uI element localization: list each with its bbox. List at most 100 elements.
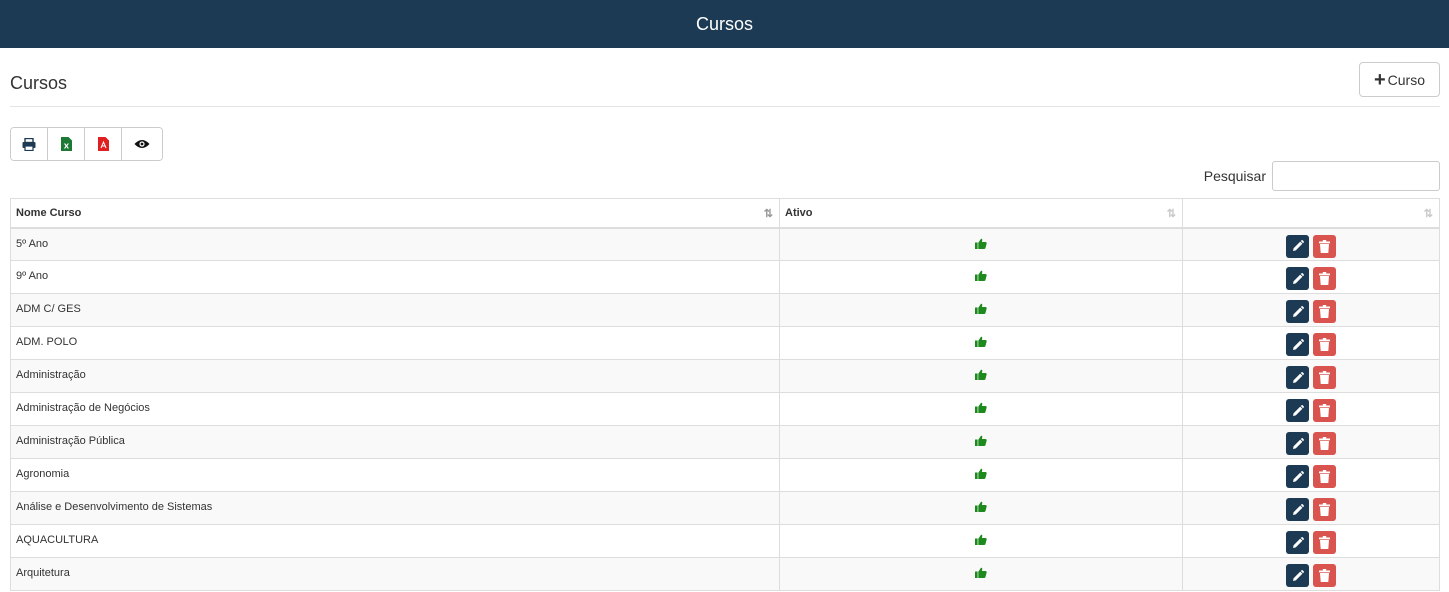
active-cell (779, 458, 1183, 492)
edit-button[interactable] (1286, 267, 1309, 290)
eye-icon (134, 140, 150, 148)
pencil-icon (1292, 437, 1304, 449)
course-name-cell: Administração Pública (10, 425, 780, 459)
delete-button[interactable] (1313, 531, 1336, 554)
delete-button[interactable] (1313, 564, 1336, 587)
delete-button[interactable] (1313, 333, 1336, 356)
actions-cell (1182, 491, 1440, 525)
actions-cell (1182, 557, 1440, 591)
active-cell (779, 557, 1183, 591)
table-header-row: Nome Curso ⇅ Ativo ⇅ ⇅ (10, 198, 1440, 229)
edit-button[interactable] (1286, 300, 1309, 323)
course-name-cell: 5º Ano (10, 227, 780, 261)
pencil-icon (1292, 338, 1304, 350)
course-name-cell: ADM C/ GES (10, 293, 780, 327)
course-name: ADM. POLO (16, 336, 78, 348)
active-cell (779, 227, 1183, 261)
trash-icon (1319, 239, 1330, 253)
column-header-ativo[interactable]: Ativo ⇅ (779, 198, 1183, 229)
edit-button[interactable] (1286, 564, 1309, 587)
thumbs-up-icon (975, 336, 987, 347)
course-name: Administração de Negócios (16, 402, 150, 414)
courses-table: Nome Curso ⇅ Ativo ⇅ ⇅ 5º Ano 9º Ano ADM… (10, 198, 1440, 591)
trash-icon (1319, 272, 1330, 285)
active-cell (779, 260, 1183, 294)
edit-button[interactable] (1286, 465, 1309, 488)
thumbs-up-icon (975, 534, 987, 545)
sort-icon: ⇅ (1423, 208, 1433, 220)
actions-cell (1182, 293, 1440, 327)
active-cell (779, 326, 1183, 360)
edit-button[interactable] (1286, 333, 1309, 356)
table-row: Administração de Negócios (10, 392, 1440, 426)
pencil-icon (1292, 404, 1304, 416)
page-title: Cursos (10, 73, 68, 93)
table-row: ADM C/ GES (10, 293, 1440, 327)
svg-text:X: X (63, 143, 69, 151)
edit-button[interactable] (1286, 432, 1309, 455)
course-name-cell: Administração de Negócios (10, 392, 780, 426)
add-course-button[interactable]: + Curso (1359, 62, 1440, 97)
excel-icon: X (60, 137, 72, 151)
course-name-cell: AQUACULTURA (10, 524, 780, 558)
delete-button[interactable] (1313, 399, 1336, 422)
delete-button[interactable] (1313, 465, 1336, 488)
delete-button[interactable] (1313, 432, 1336, 455)
pencil-icon (1292, 569, 1304, 581)
pencil-icon (1292, 305, 1304, 317)
thumbs-up-icon (975, 369, 987, 380)
thumbs-up-icon (975, 468, 987, 479)
sort-asc-icon: ⇅ (763, 208, 773, 220)
trash-icon (1319, 338, 1330, 351)
edit-button[interactable] (1286, 399, 1309, 422)
search-area: Pesquisar (1204, 161, 1440, 191)
course-name: 9º Ano (16, 270, 49, 282)
edit-button[interactable] (1286, 531, 1309, 554)
delete-button[interactable] (1313, 300, 1336, 323)
table-row: 5º Ano (10, 227, 1440, 261)
delete-button[interactable] (1313, 366, 1336, 389)
plus-icon: + (1373, 68, 1386, 91)
column-visibility-button[interactable] (122, 128, 162, 160)
active-cell (779, 359, 1183, 393)
trash-icon (1319, 371, 1330, 384)
course-name: Análise e Desenvolvimento de Sistemas (16, 501, 213, 513)
search-input[interactable] (1272, 161, 1440, 191)
table-row: Agronomia (10, 458, 1440, 492)
active-cell (779, 524, 1183, 558)
export-toolbar: X (10, 127, 163, 161)
pdf-export-button[interactable] (85, 128, 122, 160)
actions-cell (1182, 260, 1440, 294)
edit-button[interactable] (1286, 234, 1309, 258)
actions-cell (1182, 359, 1440, 393)
pencil-icon (1292, 272, 1304, 284)
trash-icon (1319, 536, 1330, 549)
edit-button[interactable] (1286, 366, 1309, 389)
course-name: Administração (16, 369, 86, 381)
delete-button[interactable] (1313, 234, 1336, 258)
excel-export-button[interactable]: X (48, 128, 85, 160)
sort-icon: ⇅ (1166, 208, 1176, 220)
course-name-cell: Arquitetura (10, 557, 780, 591)
trash-icon (1319, 437, 1330, 450)
course-name-cell: 9º Ano (10, 260, 780, 294)
trash-icon (1319, 470, 1330, 483)
delete-button[interactable] (1313, 267, 1336, 290)
course-name-cell: Administração (10, 359, 780, 393)
course-name: Administração Pública (16, 435, 125, 447)
pencil-icon (1292, 470, 1304, 482)
column-header-actions[interactable]: ⇅ (1182, 198, 1440, 229)
actions-cell (1182, 227, 1440, 261)
pencil-icon (1292, 536, 1304, 548)
thumbs-up-icon (975, 238, 987, 249)
add-course-label: Curso (1387, 71, 1426, 88)
print-button[interactable] (11, 128, 48, 160)
trash-icon (1319, 305, 1330, 318)
pencil-icon (1292, 371, 1304, 383)
thumbs-up-icon (975, 402, 987, 413)
table-row: Arquitetura (10, 557, 1440, 591)
delete-button[interactable] (1313, 498, 1336, 521)
course-name: Arquitetura (16, 567, 70, 579)
column-header-nome-curso[interactable]: Nome Curso ⇅ (10, 198, 780, 229)
edit-button[interactable] (1286, 498, 1309, 521)
